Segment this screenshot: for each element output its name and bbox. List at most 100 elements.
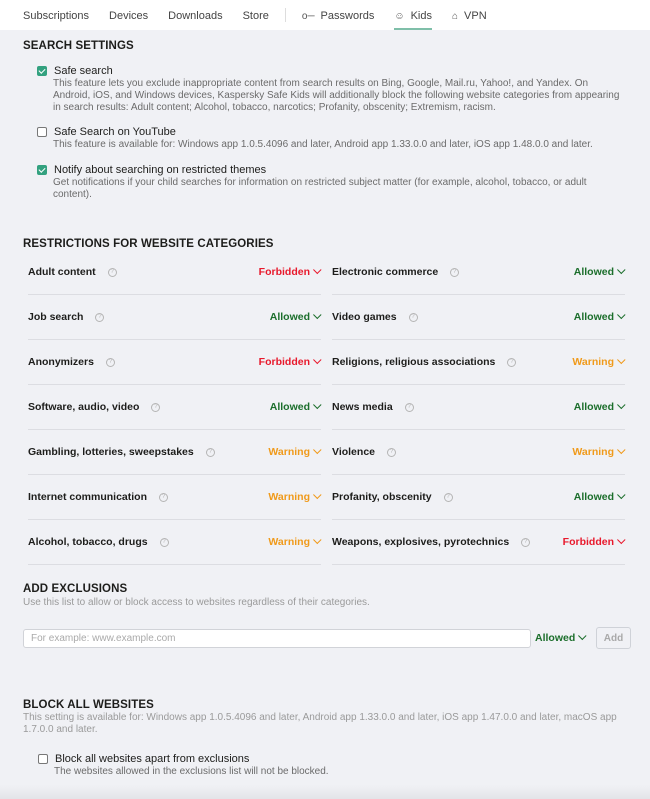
category-row: Profanity, obscenity ? Allowed [332,475,626,520]
chevron-down-icon [617,490,626,500]
category-status-dropdown[interactable]: Allowed [573,400,626,413]
search-option-description: Get notifications if your child searches… [53,177,587,200]
category-status-dropdown[interactable]: Allowed [573,490,626,503]
help-icon[interactable]: ? [105,357,115,367]
category-status-dropdown[interactable]: Allowed [269,310,322,323]
category-status-label: Warning [268,446,310,458]
category-status-label: Allowed [269,311,310,323]
category-status-dropdown[interactable]: Warning [268,490,322,503]
category-status-dropdown[interactable]: Warning [572,355,626,368]
block-all-checkbox[interactable] [38,754,48,764]
category-status-dropdown[interactable]: Warning [268,535,322,548]
category-label: Gambling, lotteries, sweepstakes [28,446,194,458]
help-icon[interactable]: ? [159,492,169,502]
category-name: Adult content ? [28,266,117,278]
tab-store[interactable]: Store [243,0,269,30]
block-all-description: This setting is available for: Windows a… [23,712,617,735]
category-row: Religions, religious associations ? Warn… [332,340,626,385]
category-label: Internet communication [28,491,148,503]
category-name: Gambling, lotteries, sweepstakes ? [28,446,215,458]
tab-passwords[interactable]: o─ Passwords [302,0,374,30]
tab-label: Devices [109,10,149,22]
exclusions-title: ADD EXCLUSIONS [23,583,128,595]
category-row: Alcohol, tobacco, drugs ? Warning [28,520,322,565]
exclusions-description: Use this list to allow or block access t… [23,597,370,608]
help-icon[interactable]: ? [507,357,517,367]
category-status-dropdown[interactable]: Warning [268,445,322,458]
category-row: Weapons, explosives, pyrotechnics ? Forb… [332,520,626,565]
chevron-down-icon [313,310,322,320]
category-row: Video games ? Allowed [332,295,626,340]
search-option-checkbox[interactable] [37,66,47,76]
help-icon[interactable]: ? [404,402,414,412]
exclusion-url-input[interactable] [23,629,531,648]
category-row: Violence ? Warning [332,430,626,475]
tab-subscriptions[interactable]: Subscriptions [23,0,89,30]
help-icon[interactable]: ? [521,537,531,547]
category-label: Job search [28,311,84,323]
category-status-dropdown[interactable]: Forbidden [563,535,626,548]
category-row: Software, audio, video ? Allowed [28,385,322,430]
category-row: Anonymizers ? Forbidden [28,340,322,385]
category-status-label: Warning [268,536,310,548]
category-label: Violence [332,446,375,458]
category-name: Anonymizers ? [28,356,115,368]
help-icon[interactable]: ? [95,312,105,322]
category-status-dropdown[interactable]: Allowed [574,265,626,278]
category-status-label: Allowed [573,311,614,323]
category-status-dropdown[interactable]: Warning [572,445,626,458]
category-name: Video games ? [332,311,418,323]
category-row: Electronic commerce ? Allowed [332,250,626,295]
nav-divider [284,8,286,22]
category-status-dropdown[interactable]: Forbidden [258,355,322,368]
help-icon[interactable]: ? [387,447,396,457]
tab-label: VPN [464,10,487,22]
top-navigation: Subscriptions Devices Downloads Store o─ Pass… [0,0,650,30]
search-option: Notify about searching on restricted the… [37,164,627,201]
exclusion-status-label: Allowed [535,632,576,644]
tab-kids[interactable]: ☺ Kids [394,0,432,30]
help-icon[interactable]: ? [107,267,117,277]
category-label: Video games [332,311,397,323]
category-label: Alcohol, tobacco, drugs [28,536,148,548]
search-option-checkbox[interactable] [37,165,47,175]
help-icon[interactable]: ? [205,447,215,457]
help-icon[interactable]: ? [151,402,161,412]
category-status-dropdown[interactable]: Allowed [573,310,626,323]
add-exclusion-button[interactable]: Add [596,627,631,649]
category-name: Software, audio, video ? [28,401,161,413]
tab-vpn[interactable]: ⌂ VPN [452,0,487,30]
search-option-description: This feature is available for: Windows a… [53,139,593,150]
restrictions-title: RESTRICTIONS FOR WEBSITE CATEGORIES [23,238,274,250]
lock-icon: ⌂ [451,10,459,22]
category-label: Electronic commerce [332,266,439,278]
tab-downloads[interactable]: Downloads [168,0,222,30]
help-icon[interactable]: ? [408,312,418,322]
category-grid: Adult content ? Forbidden Electronic com… [28,250,626,565]
help-icon[interactable]: ? [443,492,453,502]
category-status-label: Forbidden [258,356,310,368]
chevron-down-icon [617,400,626,410]
tab-devices[interactable]: Devices [109,0,148,30]
category-name: News media ? [332,401,414,413]
search-option-checkbox[interactable] [37,127,47,137]
tab-label: Store [242,10,269,22]
exclusion-status-dropdown[interactable]: Allowed [535,631,587,644]
category-row: Job search ? Allowed [28,295,322,340]
help-icon[interactable]: ? [450,267,460,277]
category-name: Alcohol, tobacco, drugs ? [28,536,169,548]
category-status-label: Warning [572,446,614,458]
category-status-label: Allowed [573,491,614,503]
block-all-option: Block all websites apart from exclusions… [38,753,329,778]
category-row: News media ? Allowed [332,385,626,430]
category-status-label: Forbidden [258,266,310,278]
category-status-dropdown[interactable]: Allowed [270,400,322,413]
category-name: Job search ? [28,311,105,323]
chevron-down-icon [617,535,626,545]
chevron-down-icon [313,535,322,545]
block-all-option-description: The websites allowed in the exclusions l… [54,766,329,777]
category-status-dropdown[interactable]: Forbidden [258,265,322,278]
help-icon[interactable]: ? [159,537,169,547]
tab-label: Passwords [320,10,375,22]
category-status-label: Allowed [573,401,614,413]
